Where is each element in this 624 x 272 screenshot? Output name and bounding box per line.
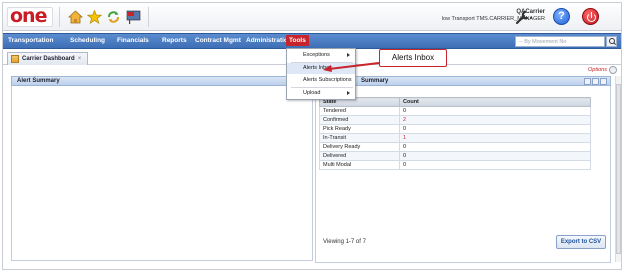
table-row[interactable]: Confirmed 2 xyxy=(319,115,591,125)
table-row[interactable]: In-Transit 1 xyxy=(319,133,591,143)
summary-table: State Count Tendered 0 Confirmed 2 Pick Re… xyxy=(319,97,591,170)
alert-summary-title: Alert Summary xyxy=(17,78,60,84)
state-cell: Delivered xyxy=(319,151,400,161)
column-header-count[interactable]: Count xyxy=(399,97,591,107)
dashboard-icon xyxy=(11,55,19,63)
help-icon[interactable]: ? xyxy=(553,8,570,25)
menu-item-exceptions[interactable]: Exceptions xyxy=(287,50,355,61)
tab-close-icon[interactable]: × xyxy=(78,56,82,62)
wrench-icon[interactable] xyxy=(514,9,534,25)
nav-scheduling[interactable]: Scheduling xyxy=(70,37,105,44)
count-link[interactable]: 1 xyxy=(399,133,591,143)
close-icon[interactable] xyxy=(600,78,607,85)
app-window: one QACarrier low Transport TMS.CARRIER_… xyxy=(2,2,622,270)
options-icon[interactable] xyxy=(609,66,617,74)
menu-item-label: Alerts Subscriptions xyxy=(303,77,352,83)
summary-header: Summary xyxy=(315,76,611,86)
search-input[interactable]: -- By Movement No xyxy=(515,36,605,47)
tools-menu: Exceptions Alerts Inbox Alerts Subscript… xyxy=(286,48,356,100)
menu-item-upload[interactable]: Upload xyxy=(287,88,355,99)
count-cell: 0 xyxy=(399,160,591,170)
minimize-icon[interactable] xyxy=(584,78,591,85)
submenu-arrow-icon xyxy=(347,91,350,95)
nav-transportation[interactable]: Transportation xyxy=(8,37,54,44)
alert-summary-header: Alert Summary xyxy=(11,76,313,86)
home-icon[interactable] xyxy=(68,10,83,24)
count-cell: 0 xyxy=(399,106,591,116)
nav-tools[interactable]: Tools xyxy=(286,35,309,46)
count-cell: 0 xyxy=(399,151,591,161)
scrollbar-thumb[interactable] xyxy=(616,84,621,254)
power-icon[interactable] xyxy=(582,8,599,25)
menu-item-alerts-subscriptions[interactable]: Alerts Subscriptions xyxy=(287,75,355,86)
table-row[interactable]: Delivery Ready 0 xyxy=(319,142,591,152)
table-row[interactable]: Pick Ready 0 xyxy=(319,124,591,134)
paging-status: Viewing 1-7 of 7 xyxy=(323,239,366,245)
state-cell: Delivery Ready xyxy=(319,142,400,152)
table-row[interactable]: Multi Modal 0 xyxy=(319,160,591,170)
callout-arrow xyxy=(323,62,380,72)
alert-summary-panel xyxy=(11,86,313,261)
nav-contract-mgmt[interactable]: Contract Mgmt xyxy=(195,37,241,44)
count-cell: 0 xyxy=(399,142,591,152)
refresh-icon[interactable] xyxy=(592,78,599,85)
search-icon[interactable] xyxy=(606,36,617,47)
quick-links xyxy=(59,7,149,27)
state-cell: Pick Ready xyxy=(319,124,400,134)
nav-reports[interactable]: Reports xyxy=(162,37,187,44)
state-cell: Confirmed xyxy=(319,115,400,125)
nav-administration[interactable]: Administration xyxy=(246,37,292,44)
table-header-row: State Count xyxy=(319,97,591,107)
main-nav: Transportation Scheduling Financials Rep… xyxy=(3,33,621,49)
alerts-inbox-callout: Alerts Inbox xyxy=(379,49,447,67)
table-row[interactable]: Tendered 0 xyxy=(319,106,591,116)
count-cell: 0 xyxy=(399,124,591,134)
recycle-icon[interactable] xyxy=(106,10,121,24)
menu-item-label: Upload xyxy=(303,90,321,96)
options-link[interactable]: Options xyxy=(588,67,607,73)
state-cell: In-Transit xyxy=(319,133,400,143)
state-cell: Multi Modal xyxy=(319,160,400,170)
star-icon[interactable] xyxy=(87,10,102,24)
one-logo[interactable]: one xyxy=(7,5,53,27)
nav-financials[interactable]: Financials xyxy=(117,37,149,44)
submenu-arrow-icon xyxy=(347,53,350,57)
state-cell: Tendered xyxy=(319,106,400,116)
table-row[interactable]: Delivered 0 xyxy=(319,151,591,161)
count-link[interactable]: 2 xyxy=(399,115,591,125)
app-header: one QACarrier low Transport TMS.CARRIER_… xyxy=(3,3,621,31)
tab-label: Carrier Dashboard xyxy=(22,56,75,62)
logo-text: one xyxy=(10,5,47,27)
menu-item-label: Exceptions xyxy=(303,52,330,58)
flag-icon[interactable] xyxy=(126,10,141,24)
summary-title: Summary xyxy=(361,78,389,84)
export-csv-button[interactable]: Export to CSV xyxy=(556,235,606,249)
tab-carrier-dashboard[interactable]: Carrier Dashboard × xyxy=(7,52,89,65)
vertical-scrollbar[interactable] xyxy=(615,76,621,262)
